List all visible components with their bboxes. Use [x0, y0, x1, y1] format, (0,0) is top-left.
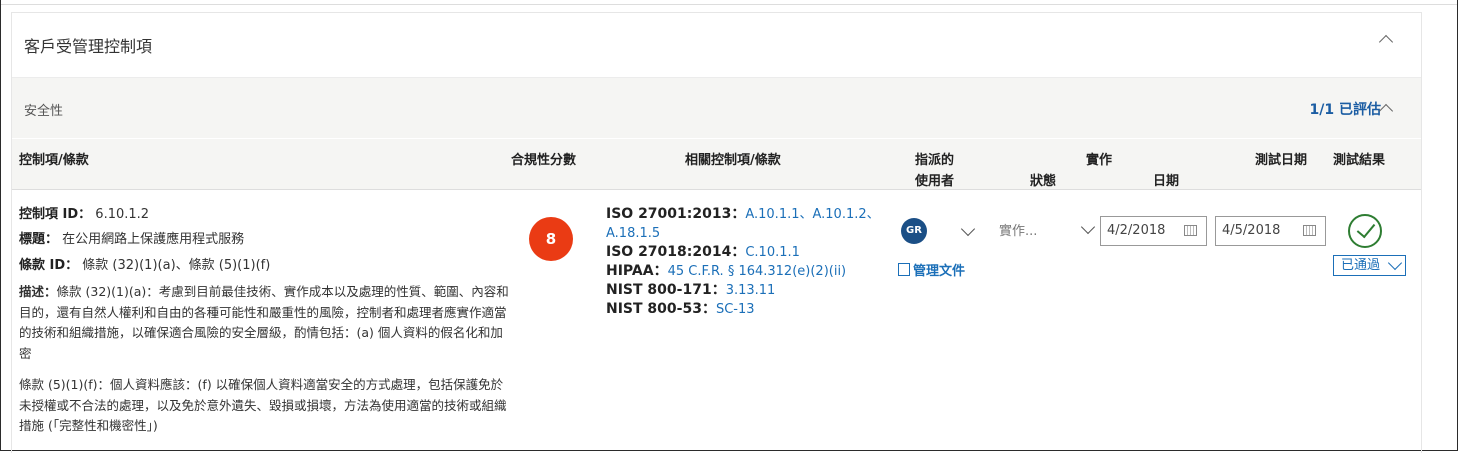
clause-label: 條款 ID： — [19, 258, 79, 273]
test-result-select[interactable]: 已通過 — [1333, 255, 1406, 276]
related-standard: ISO 27001:2013 — [606, 206, 732, 222]
related-standard: NIST 800-53 — [606, 301, 702, 317]
related-controls: ISO 27001:2013：A.10.1.1、A.10.1.2、A.18.1.… — [606, 205, 896, 319]
assignee-dropdown-chevron-icon[interactable] — [960, 221, 976, 237]
col-score: 合規性分數 — [511, 153, 577, 168]
control-id-line: 控制項 ID： 6.10.1.2 — [19, 204, 149, 226]
compliance-score-badge: 8 — [529, 217, 573, 261]
title-label: 標題： — [19, 232, 59, 247]
title-line: 標題： 在公用網路上保護應用程式服務 — [19, 229, 244, 251]
implementation-date-value: 4/2/2018 — [1107, 223, 1166, 238]
col-assigned-1: 指派的 — [915, 153, 955, 168]
passed-check-icon — [1348, 214, 1382, 248]
description-label: 描述： — [19, 284, 57, 299]
evaluated-count: 1/1 已評估 — [1309, 102, 1381, 118]
calendar-icon[interactable] — [1303, 225, 1316, 236]
panel-title: 客戶受管理控制項 — [24, 37, 153, 56]
column-header-row: 控制項/條款 合規性分數 相關控制項/條款 指派的 使用者 實作 狀態 日期 測… — [12, 139, 1421, 190]
description-2: 條款 (5)(1)(f)：個人資料應該：(f) 以確保個人資料適當安全的方式處理… — [19, 377, 507, 433]
control-id-value: 6.10.1.2 — [95, 207, 150, 222]
clause-line: 條款 ID： 條款 (32)(1)(a)、條款 (5)(1)(f) — [19, 255, 270, 277]
description-text-1: 條款 (32)(1)(a)：考慮到目前最佳技術、實作成本以及處理的性質、範圍、內… — [19, 284, 509, 361]
related-link[interactable]: 45 C.F.R. § 164.312(e)(2)(ii) — [668, 264, 847, 279]
section-label: 安全性 — [24, 104, 64, 119]
implementation-status-select[interactable]: 實作... — [999, 220, 1037, 239]
related-standard: ISO 27018:2014 — [606, 244, 732, 260]
related-item: NIST 800-53：SC-13 — [606, 301, 755, 317]
implementation-date-input[interactable]: 4/2/2018 — [1100, 216, 1207, 246]
status-dropdown-chevron-icon[interactable] — [1080, 219, 1096, 235]
panel-header[interactable]: 客戶受管理控制項 — [12, 13, 1421, 78]
document-icon — [898, 263, 910, 276]
col-test-date: 測試日期 — [1255, 153, 1308, 168]
col-related: 相關控制項/條款 — [685, 153, 781, 168]
related-link[interactable]: SC-13 — [716, 302, 755, 317]
related-item: NIST 800-171：3.13.11 — [606, 282, 776, 298]
section-security[interactable]: 安全性 1/1 已評估 — [12, 78, 1421, 138]
title-value: 在公用網路上保護應用程式服務 — [62, 232, 245, 247]
table-row: 控制項 ID： 6.10.1.2 標題： 在公用網路上保護應用程式服務 條款 I… — [12, 190, 1421, 452]
col-impl-date: 日期 — [1153, 174, 1180, 189]
related-item: ISO 27001:2013：A.10.1.1、A.10.1.2、A.18.1.… — [606, 206, 880, 241]
related-link[interactable]: 3.13.11 — [726, 283, 776, 298]
col-impl: 實作 — [1086, 153, 1113, 168]
related-item: HIPAA：45 C.F.R. § 164.312(e)(2)(ii) — [606, 263, 847, 279]
col-impl-status: 狀態 — [1030, 174, 1057, 189]
assignee-avatar[interactable]: GR — [901, 218, 927, 244]
customer-managed-controls-panel: 客戶受管理控制項 安全性 1/1 已評估 控制項/條款 合規性分數 相關控制項/… — [11, 12, 1422, 453]
collapse-chevron-icon[interactable] — [1378, 34, 1394, 50]
col-test-result: 測試結果 — [1333, 153, 1386, 168]
calendar-icon[interactable] — [1184, 225, 1197, 236]
section-collapse-chevron-icon[interactable] — [1378, 103, 1394, 119]
related-item: ISO 27018:2014：C.10.1.1 — [606, 244, 800, 260]
related-link[interactable]: C.10.1.1 — [745, 245, 800, 260]
control-id-label: 控制項 ID： — [19, 207, 92, 222]
col-assigned-2: 使用者 — [915, 174, 955, 189]
col-control: 控制項/條款 — [19, 153, 89, 168]
description-1: 描述：條款 (32)(1)(a)：考慮到目前最佳技術、實作成本以及處理的性質、範… — [19, 282, 509, 364]
test-result-chevron-icon — [1387, 255, 1403, 271]
manage-documents-label: 管理文件 — [913, 264, 966, 279]
clause-value: 條款 (32)(1)(a)、條款 (5)(1)(f) — [82, 258, 271, 273]
test-date-input[interactable]: 4/5/2018 — [1215, 216, 1326, 246]
test-date-value: 4/5/2018 — [1222, 223, 1281, 238]
manage-documents-link[interactable]: 管理文件 — [898, 260, 965, 279]
test-result-value: 已通過 — [1341, 258, 1381, 273]
related-standard: HIPAA — [606, 263, 654, 279]
related-standard: NIST 800-171 — [606, 282, 712, 298]
